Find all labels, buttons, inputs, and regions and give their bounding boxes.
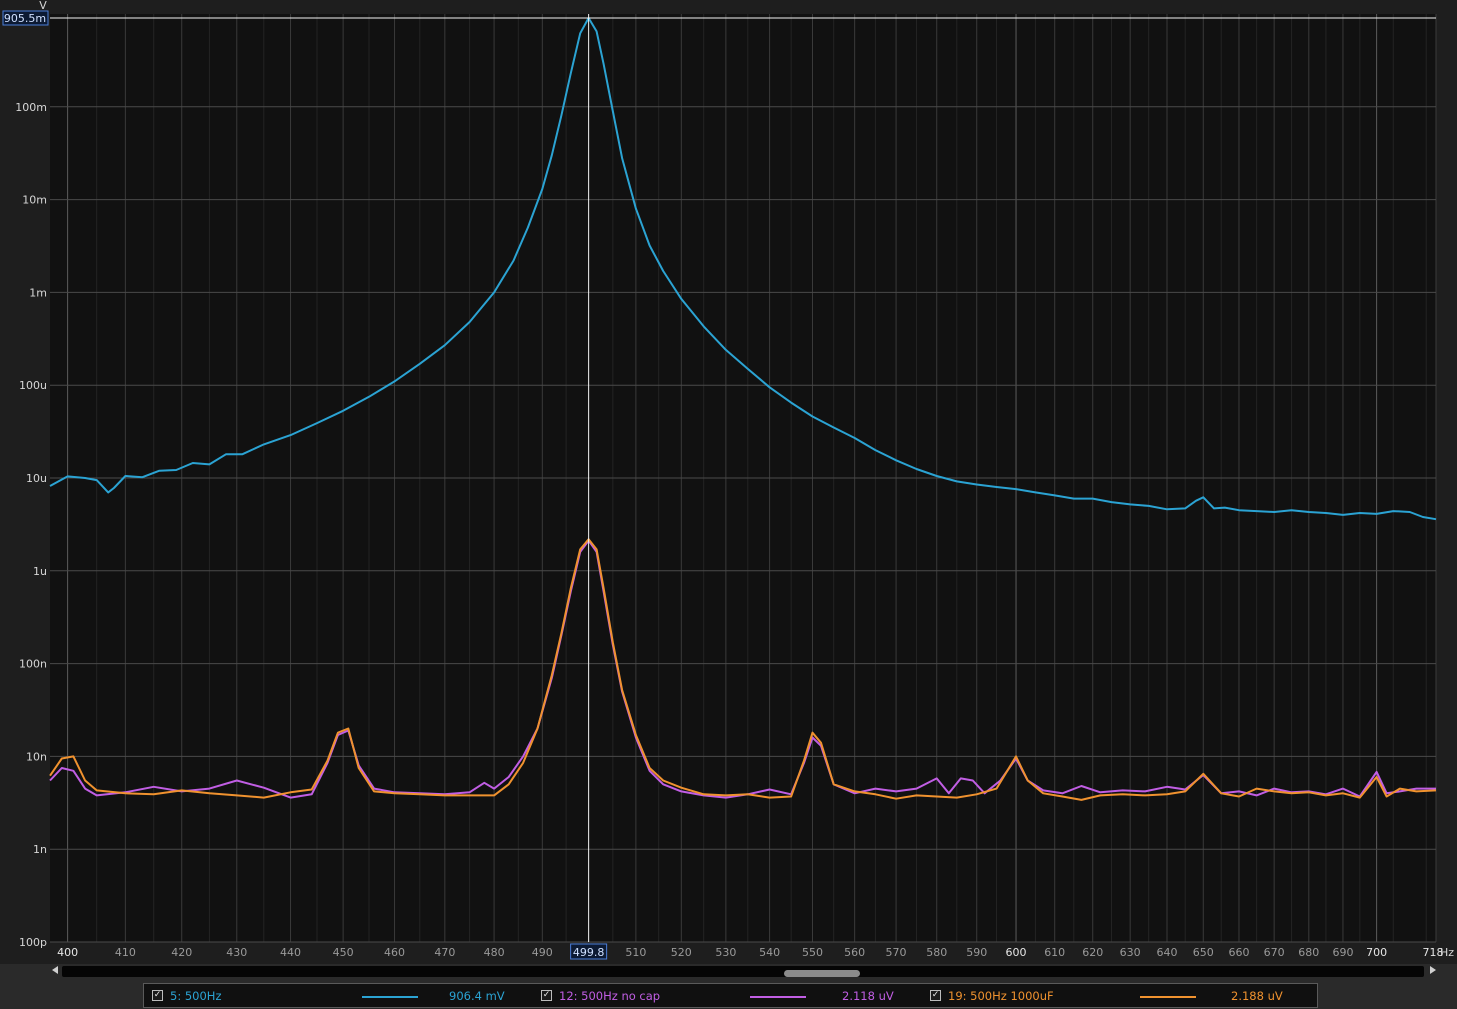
x-tick-label: 650: [1193, 946, 1214, 959]
y-tick-label: 1n: [33, 843, 47, 856]
legend-swatch: [1140, 996, 1196, 998]
y-tick-label: 1m: [29, 286, 47, 299]
x-tick-label: 580: [926, 946, 947, 959]
x-tick-label: 420: [171, 946, 192, 959]
y-unit-label: V: [39, 0, 47, 12]
scroll-left-arrow-icon[interactable]: [52, 966, 58, 974]
legend-swatch: [750, 996, 806, 998]
series-19-checkbox[interactable]: ✓: [930, 990, 941, 1001]
x-tick-label: 560: [844, 946, 865, 959]
horizontal-scrollbar[interactable]: [52, 964, 1436, 979]
x-tick-label: 630: [1120, 946, 1141, 959]
legend-item-series-19: ✓ 19: 500Hz 1000uF 2.188 uV: [924, 984, 1317, 1007]
series-5-checkbox[interactable]: ✓: [152, 990, 163, 1001]
x-tick-label: 470: [434, 946, 455, 959]
x-tick-label: 400: [57, 946, 78, 959]
x-tick-label: 450: [333, 946, 354, 959]
x-tick-label: 670: [1264, 946, 1285, 959]
legend-readout: 2.118 uV: [842, 989, 894, 1003]
x-unit-label: Hz: [1440, 946, 1454, 959]
y-tick-label: 10n: [26, 750, 47, 763]
x-tick-label: 640: [1156, 946, 1177, 959]
legend-item-series-5: ✓ 5: 500Hz 906.4 mV: [144, 984, 534, 1007]
scroll-right-arrow-icon[interactable]: [1430, 966, 1436, 974]
x-tick-label: 700: [1366, 946, 1387, 959]
legend-readout: 2.188 uV: [1231, 989, 1283, 1003]
x-tick-label: 680: [1298, 946, 1319, 959]
x-cursor-readout: 499.8: [573, 946, 605, 959]
x-tick-label: 660: [1228, 946, 1249, 959]
x-tick-label: 530: [715, 946, 736, 959]
x-tick-label: 610: [1044, 946, 1065, 959]
scrollbar-track[interactable]: [62, 966, 1424, 977]
legend-label: 19: 500Hz 1000uF: [948, 989, 1054, 1003]
x-tick-label: 690: [1332, 946, 1353, 959]
x-tick-label: 570: [886, 946, 907, 959]
x-tick-label: 460: [384, 946, 405, 959]
legend-swatch: [362, 996, 418, 998]
x-tick-label: 520: [671, 946, 692, 959]
x-tick-label: 590: [966, 946, 987, 959]
x-tick-label: 410: [115, 946, 136, 959]
y-tick-label: 100u: [19, 379, 47, 392]
x-tick-label: 440: [280, 946, 301, 959]
x-tick-label: 510: [625, 946, 646, 959]
scrollbar-thumb[interactable]: [784, 970, 860, 977]
x-tick-label: 430: [226, 946, 247, 959]
x-tick-label: 490: [532, 946, 553, 959]
legend-item-series-12: ✓ 12: 500Hz no cap 2.118 uV: [534, 984, 924, 1007]
legend-label: 12: 500Hz no cap: [559, 989, 661, 1003]
legend-panel: ✓ 5: 500Hz 906.4 mV ✓ 12: 500Hz no cap 2…: [143, 983, 1318, 1008]
x-tick-label: 540: [759, 946, 780, 959]
y-tick-label: 1u: [33, 565, 47, 578]
y-cursor-readout: 905.5m: [4, 12, 46, 25]
series-12-checkbox[interactable]: ✓: [541, 990, 552, 1001]
legend-label: 5: 500Hz: [170, 989, 222, 1003]
y-tick-label: 100p: [19, 936, 47, 949]
y-tick-label: 10u: [26, 472, 47, 485]
x-tick-label: 620: [1082, 946, 1103, 959]
legend-readout: 906.4 mV: [449, 989, 505, 1003]
x-tick-label: 600: [1006, 946, 1027, 959]
x-tick-label: 480: [484, 946, 505, 959]
y-tick-label: 100n: [19, 658, 47, 671]
y-tick-label: 10m: [22, 194, 47, 207]
y-tick-label: 100m: [15, 101, 47, 114]
spectrum-chart[interactable]: 905.5m 100m 10m 1m 100u 10u 1u 100n 10n 1n 100p V 40…: [0, 0, 1457, 964]
x-tick-label: 550: [802, 946, 823, 959]
